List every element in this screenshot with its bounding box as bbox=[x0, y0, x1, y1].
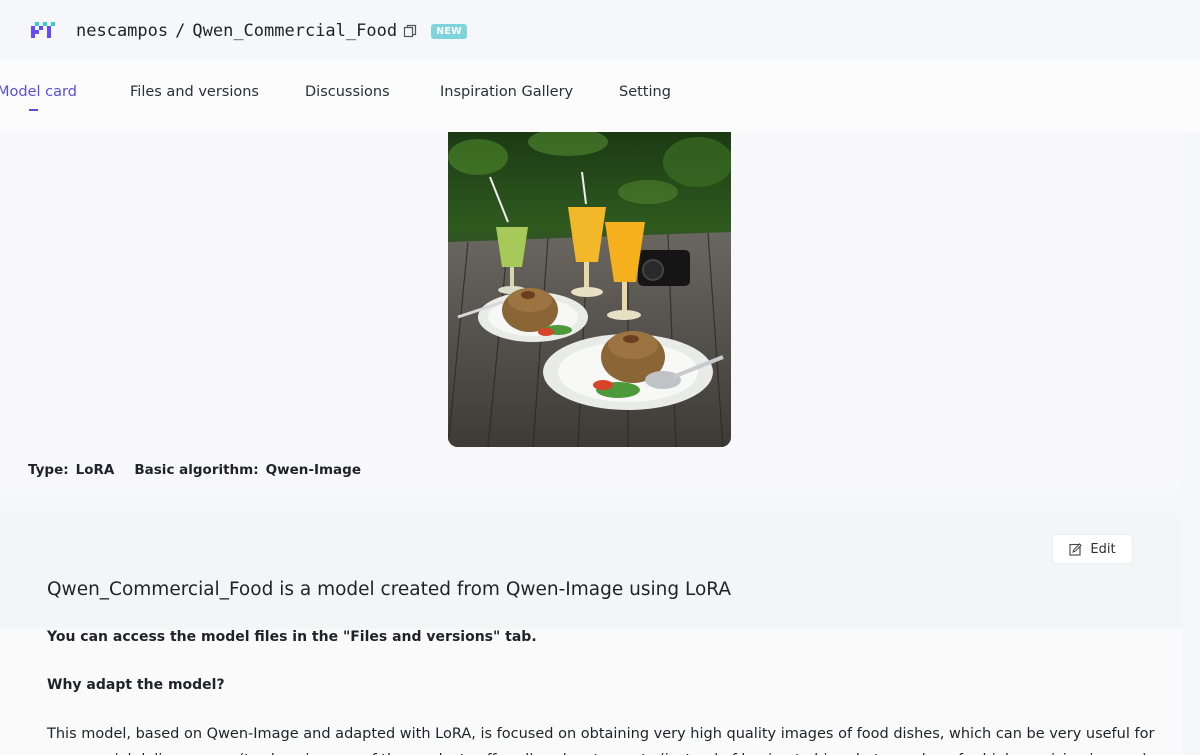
edit-label: Edit bbox=[1090, 541, 1116, 557]
readme-body-line-2: commercial delivery apps (to show images… bbox=[47, 747, 1152, 755]
readme-body: This model, based on Qwen-Image and adap… bbox=[47, 721, 1155, 755]
repo-owner-link[interactable]: nescampos bbox=[76, 21, 168, 41]
tab-discussions[interactable]: Discussions bbox=[305, 84, 390, 100]
readme-title: Qwen_Commercial_Food is a model created … bbox=[47, 579, 732, 600]
modelscope-logo-icon[interactable] bbox=[31, 20, 55, 40]
repo-name: Qwen_Commercial_Food bbox=[192, 21, 398, 41]
new-badge: NEW bbox=[431, 23, 467, 39]
page-header: nescampos / Qwen_Commercial_Food NEW bbox=[0, 0, 1200, 60]
readme-why-heading: Why adapt the model? bbox=[47, 677, 225, 693]
active-tab-indicator bbox=[29, 109, 38, 111]
model-cover-card: Type: LoRA Basic algorithm: Qwen-Image bbox=[0, 132, 1183, 490]
breadcrumb-separator: / bbox=[175, 21, 186, 41]
algorithm-label: Basic algorithm: bbox=[134, 462, 259, 478]
repo-breadcrumb: nescampos / Qwen_Commercial_Food NEW bbox=[76, 19, 467, 43]
model-tabs: Model card Files and versions Discussion… bbox=[0, 60, 1200, 132]
tab-setting[interactable]: Setting bbox=[619, 84, 671, 100]
type-label: Type: bbox=[28, 462, 69, 478]
copy-icon[interactable] bbox=[403, 24, 417, 38]
readme-access-note: You can access the model files in the "F… bbox=[47, 629, 537, 645]
tab-inspiration-gallery[interactable]: Inspiration Gallery bbox=[440, 84, 573, 100]
tab-model-card[interactable]: Model card bbox=[0, 84, 77, 100]
model-meta: Type: LoRA Basic algorithm: Qwen-Image bbox=[28, 462, 381, 478]
tab-files-and-versions[interactable]: Files and versions bbox=[130, 84, 259, 100]
algorithm-value: Qwen-Image bbox=[265, 462, 361, 478]
edit-button[interactable]: Edit bbox=[1052, 534, 1133, 564]
type-value: LoRA bbox=[75, 462, 115, 478]
readme-card: Edit Qwen_Commercial_Food is a model cre… bbox=[0, 511, 1183, 755]
edit-icon bbox=[1069, 542, 1083, 556]
readme-body-line-1: This model, based on Qwen-Image and adap… bbox=[47, 726, 1155, 742]
model-cover-image bbox=[448, 132, 731, 447]
